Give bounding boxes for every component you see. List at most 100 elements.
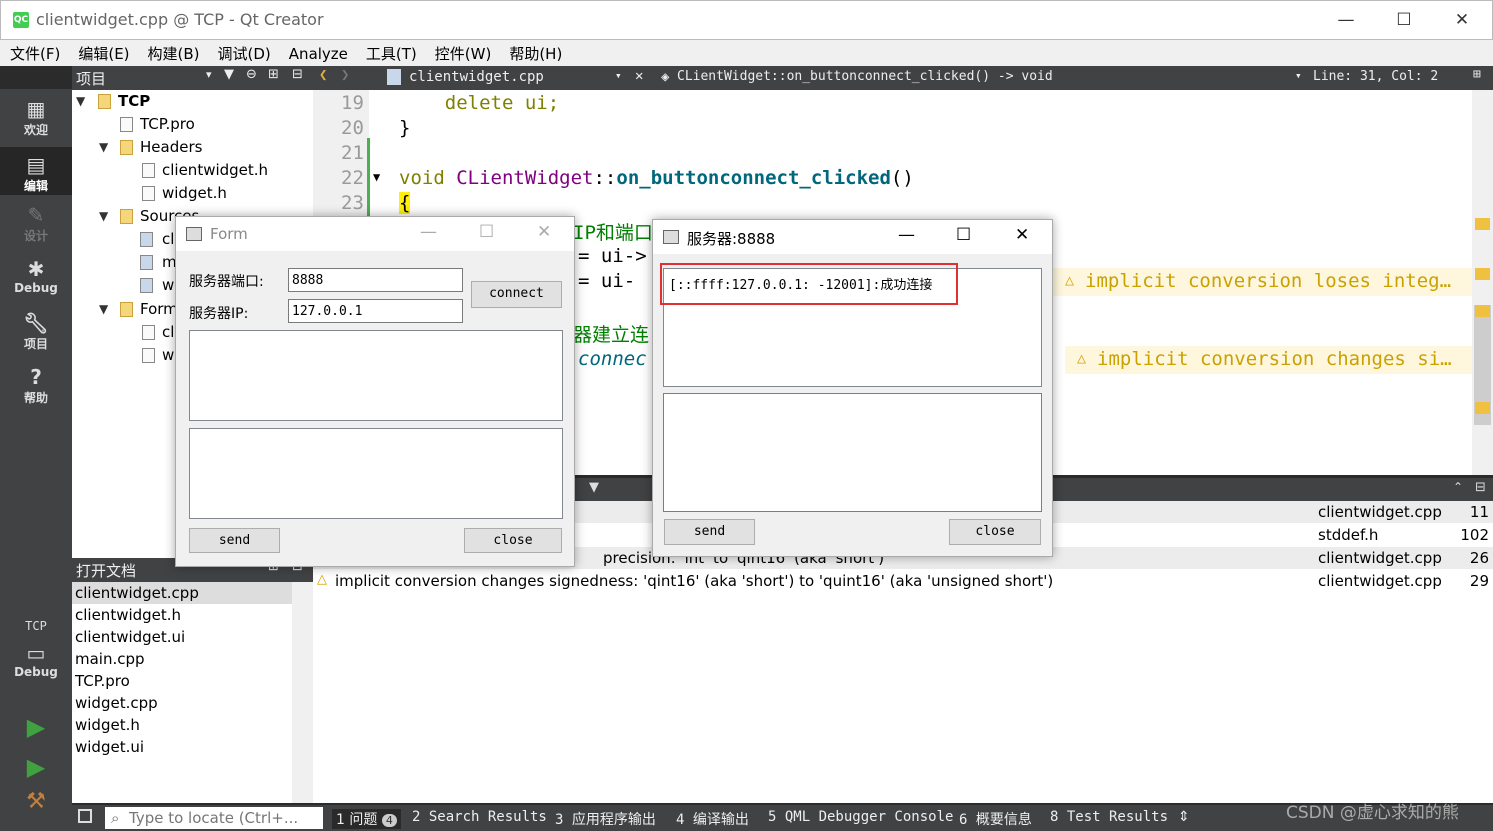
minimize-button[interactable]: — [898, 225, 915, 245]
send-button[interactable]: send [664, 519, 755, 545]
open-doc-item[interactable]: TCP.pro [75, 672, 130, 690]
close-button[interactable]: ✕ [537, 222, 551, 242]
line-number: 19 [341, 92, 364, 114]
tree-headers[interactable]: Headers [140, 138, 202, 156]
send-button[interactable]: send [189, 528, 280, 553]
fold-icon[interactable]: ▼ [373, 170, 380, 184]
tree-pro-file[interactable]: TCP.pro [140, 115, 195, 133]
mode-design[interactable]: ✎ 设计 [0, 203, 72, 253]
ip-label: 服务器IP: [189, 306, 249, 322]
server-send-area[interactable] [663, 393, 1042, 512]
menu-debug[interactable]: 调试(D) [208, 40, 279, 64]
receive-text-area[interactable] [189, 330, 563, 421]
scrollbar[interactable] [292, 582, 313, 803]
close-form-button[interactable]: close [464, 528, 562, 553]
maximize-button[interactable]: ☐ [956, 225, 971, 245]
menu-analyze[interactable]: Analyze [279, 42, 356, 63]
function-selector[interactable]: CLientWidget::on_buttonconnect_clicked()… [677, 69, 1053, 84]
tree-project-root[interactable]: TCP [118, 92, 150, 110]
port-label: 服务器端口: [189, 274, 264, 290]
split-icon[interactable]: ⊞ [268, 67, 279, 82]
minimize-button[interactable]: — [1317, 1, 1375, 39]
tab-issues[interactable]: 1 问题 4 [332, 809, 401, 829]
folder-icon [120, 209, 133, 224]
menu-edit[interactable]: 编辑(E) [68, 40, 137, 64]
tab-search-results[interactable]: 2 Search Results [412, 809, 547, 825]
tree-file[interactable]: widget.h [162, 184, 227, 202]
open-doc-item[interactable]: widget.cpp [75, 694, 158, 712]
issue-row[interactable]: △ implicit conversion changes signedness… [313, 570, 1493, 592]
mode-debug[interactable]: ✱ Debug [0, 257, 72, 307]
filter-icon[interactable]: ▼ [224, 67, 234, 82]
close-pane-icon[interactable]: ⊟ [292, 67, 303, 82]
warning-marker [1475, 305, 1490, 317]
tab-app-output[interactable]: 3 应用程序输出 [555, 809, 656, 829]
ip-input[interactable]: 127.0.0.1 [288, 299, 463, 323]
toggle-sidebar-icon[interactable] [78, 809, 92, 823]
back-arrow-icon[interactable]: ❮ [319, 67, 327, 83]
tree-file[interactable]: w [162, 346, 174, 364]
tree-file[interactable]: cl [162, 230, 174, 248]
open-doc-item[interactable]: widget.h [75, 716, 140, 734]
tab-general-messages[interactable]: 6 概要信息 [959, 809, 1032, 829]
menu-file[interactable]: 文件(F) [0, 40, 68, 64]
link-icon[interactable]: ⊖ [246, 67, 257, 82]
maximize-button[interactable]: ☐ [1375, 1, 1433, 39]
tab-test-results[interactable]: 8 Test Results [1050, 809, 1168, 825]
open-doc-item[interactable]: clientwidget.cpp [75, 584, 199, 602]
close-file-icon[interactable]: ✕ [635, 68, 643, 84]
send-text-area[interactable] [189, 428, 563, 519]
connection-message: [::ffff:127.0.0.1: -12001]:成功连接 [669, 278, 933, 293]
kit-selector[interactable]: ▭ Debug [0, 641, 72, 691]
mode-edit[interactable]: ▤ 编辑 [0, 147, 72, 195]
open-doc-item[interactable]: widget.ui [75, 738, 144, 756]
expand-icon[interactable]: ▼ [99, 302, 108, 316]
code-line: { [399, 192, 411, 214]
debug-run-icon[interactable]: ▶ [0, 753, 72, 781]
menu-build[interactable]: 构建(B) [138, 40, 208, 64]
open-doc-item[interactable]: clientwidget.ui [75, 628, 185, 646]
locate-input[interactable]: ⌕ Type to locate (Ctrl+... [105, 807, 323, 829]
chevron-down-icon[interactable]: ▾ [206, 68, 212, 81]
tree-file[interactable]: w [162, 276, 174, 294]
tree-forms[interactable]: Form [140, 300, 178, 318]
connect-button[interactable]: connect [471, 281, 562, 308]
run-icon[interactable]: ▶ [0, 713, 72, 741]
minimize-button[interactable]: — [420, 222, 437, 242]
mode-welcome[interactable]: ▦ 欢迎 [0, 97, 72, 147]
editor-file-name[interactable]: clientwidget.cpp [409, 69, 544, 85]
maximize-button[interactable]: ☐ [479, 222, 494, 242]
mode-help[interactable]: ? 帮助 [0, 365, 72, 415]
more-tabs-icon[interactable]: ⇕ [1178, 809, 1190, 825]
expand-icon[interactable]: ▼ [99, 209, 108, 223]
forward-arrow-icon[interactable]: ❯ [341, 67, 349, 83]
tree-file[interactable]: cl [162, 323, 174, 341]
tree-file[interactable]: clientwidget.h [162, 161, 268, 179]
mode-projects[interactable]: 🔧︎ 项目 [0, 311, 72, 361]
editor-scrollbar[interactable] [1472, 90, 1493, 475]
menu-tools[interactable]: 工具(T) [356, 40, 425, 64]
open-doc-item[interactable]: clientwidget.h [75, 606, 181, 624]
cursor-position[interactable]: Line: 31, Col: 2 [1313, 69, 1438, 84]
chevron-down-icon[interactable]: ▾ [1295, 69, 1302, 82]
server-log-area[interactable]: [::ffff:127.0.0.1: -12001]:成功连接 [660, 263, 1042, 387]
tab-qml-console[interactable]: 5 QML Debugger Console [768, 809, 953, 825]
menu-help[interactable]: 帮助(H) [499, 40, 570, 64]
ui-file-icon [142, 348, 155, 363]
tab-compile-output[interactable]: 4 编译输出 [676, 809, 749, 829]
close-pane-icon[interactable]: ⊟ [1475, 480, 1486, 495]
expand-icon[interactable]: ▼ [76, 94, 85, 108]
split-icon[interactable]: ⊞ [1473, 67, 1481, 82]
port-input[interactable]: 8888 [288, 268, 463, 292]
chevron-down-icon[interactable]: ▾ [615, 69, 622, 82]
close-form-button[interactable]: close [949, 519, 1041, 545]
menu-widgets[interactable]: 控件(W) [425, 40, 500, 64]
close-button[interactable]: ✕ [1015, 225, 1029, 245]
window-icon [186, 227, 202, 241]
filter-icon[interactable]: ▼ [589, 480, 599, 495]
maximize-pane-icon[interactable]: ⌃ [1453, 480, 1463, 494]
build-hammer-icon[interactable]: ⚒ [0, 789, 72, 814]
close-button[interactable]: ✕ [1433, 1, 1491, 39]
open-doc-item[interactable]: main.cpp [75, 650, 145, 668]
expand-icon[interactable]: ▼ [99, 140, 108, 154]
